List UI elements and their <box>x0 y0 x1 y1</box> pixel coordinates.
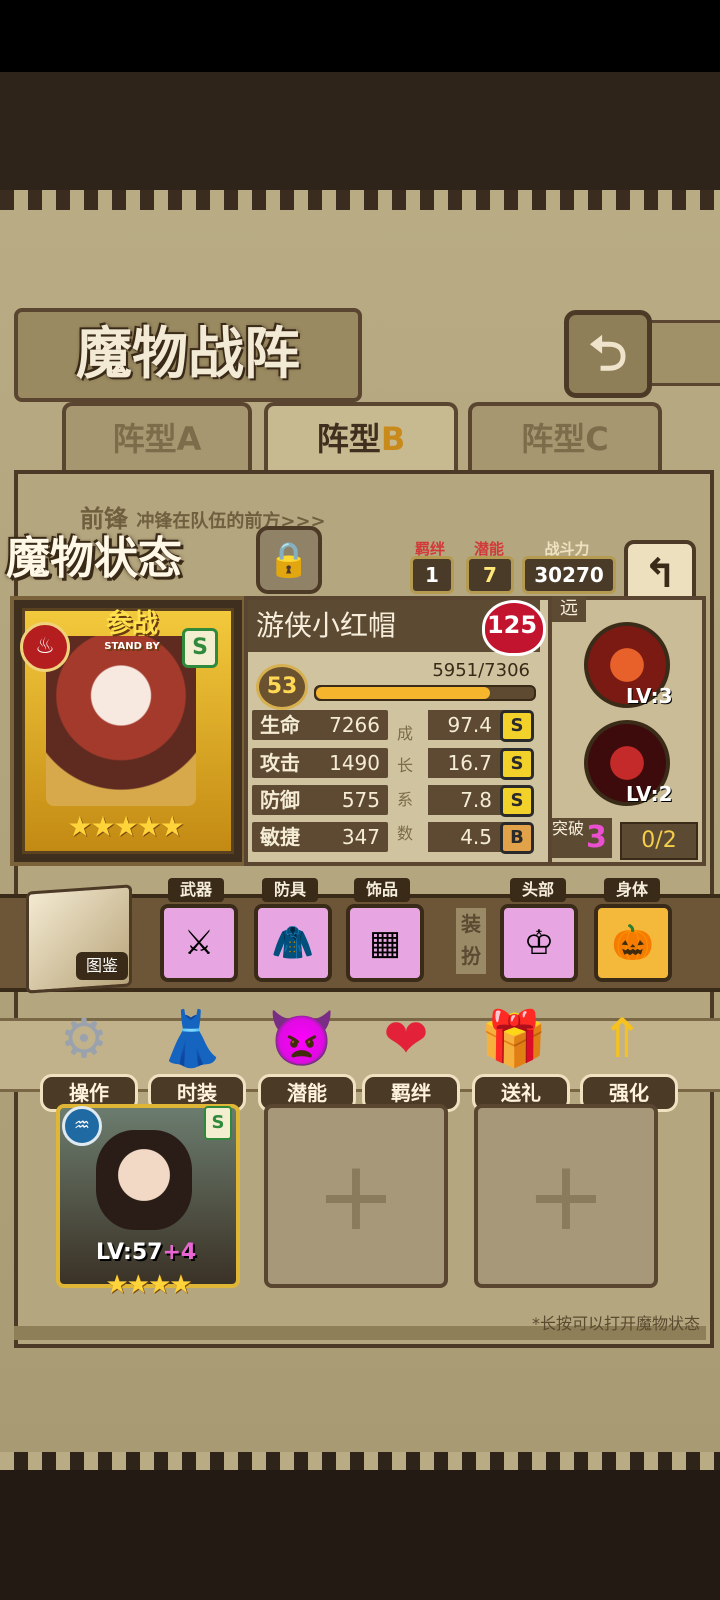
arrows-up-icon[interactable]: ⇑ <box>578 1000 666 1078</box>
standby-badge: 参战 STAND BY <box>104 609 160 652</box>
team-slot-3[interactable]: + <box>474 1104 658 1288</box>
tab-formation-c[interactable]: 阵型C <box>468 402 662 472</box>
breakthrough-progress[interactable]: 0/2 <box>620 822 698 860</box>
dress-label: 装扮 <box>456 908 486 974</box>
bottom-area <box>0 1470 720 1600</box>
hero-star-rating: ★★★★ <box>105 1270 192 1300</box>
panel-top-edge <box>0 190 720 210</box>
grade-badge: S <box>182 628 218 668</box>
lock-button[interactable]: 🔒 <box>256 526 322 594</box>
skill-2-level: LV:2 <box>626 782 673 806</box>
back-button-rail <box>648 320 720 386</box>
back-button[interactable]: ⮌ <box>564 310 652 398</box>
crown-icon: ♔ <box>523 923 555 963</box>
accessory-slot[interactable]: ▦ <box>346 904 424 982</box>
body-label: 身体 <box>604 878 660 902</box>
panel-bottom-edge <box>0 1452 720 1472</box>
gift-icon[interactable]: 🎁 <box>470 1000 558 1078</box>
armor-label: 防具 <box>262 878 318 902</box>
hearts-icon[interactable]: ❤ <box>362 1000 450 1078</box>
add-icon: + <box>315 1140 397 1252</box>
range-badge: 远 <box>552 596 586 622</box>
page-title: 魔物战阵 <box>14 308 362 402</box>
head-label: 头部 <box>510 878 566 902</box>
exp-text: 5951/7306 <box>432 660 530 681</box>
hero-level: LV:57+4 <box>96 1240 197 1265</box>
staff-icon: ⚔ <box>183 923 215 963</box>
growth-grade-hp: S <box>500 710 534 742</box>
long-press-hint: *长按可以打开魔物状态 <box>531 1314 700 1333</box>
weapon-label: 武器 <box>168 878 224 902</box>
potential-value: 7 <box>466 556 514 594</box>
tablet-icon: ▦ <box>368 923 402 963</box>
growth-label-4: 数 <box>396 824 413 843</box>
fire-element-icon: ♨ <box>20 622 70 672</box>
bond-heart-level: 125 <box>486 611 538 639</box>
status-bar <box>0 0 720 72</box>
stat-hp: 生命 7266 <box>252 710 388 740</box>
skill-1-level: LV:3 <box>626 684 673 708</box>
add-icon: + <box>525 1140 607 1252</box>
growth-label-3: 系 <box>396 790 413 809</box>
stat-defense: 防御 575 <box>252 785 388 815</box>
gear-icon[interactable]: ⚙ <box>40 1000 128 1078</box>
level-badge: 53 <box>256 664 308 710</box>
pumpkin-icon: 🎃 <box>611 923 655 963</box>
tab-formation-a[interactable]: 阵型A <box>62 402 252 472</box>
exp-bar-fill <box>316 687 490 699</box>
armor-slot[interactable]: 🧥 <box>254 904 332 982</box>
cloak-icon: 🧥 <box>271 923 315 963</box>
weapon-slot[interactable]: ⚔ <box>160 904 238 982</box>
team-slot-2[interactable]: + <box>264 1104 448 1288</box>
return-arrow-icon: ↰ <box>643 551 677 597</box>
star-rating: ★★★★★ <box>67 810 185 843</box>
growth-grade-defense: S <box>500 785 534 817</box>
head-slot[interactable]: ♔ <box>500 904 578 982</box>
monster-portrait <box>46 636 196 806</box>
growth-grade-agility: B <box>500 822 534 854</box>
growth-label-1: 成 <box>396 724 413 743</box>
power-value: 30270 <box>522 556 616 594</box>
stat-agility: 敏捷 347 <box>252 822 388 852</box>
hero-grade-badge: S <box>204 1106 232 1140</box>
lock-icon: 🔒 <box>267 540 311 580</box>
back-arrow-icon: ⮌ <box>588 326 628 382</box>
demon-icon[interactable]: 👿 <box>258 1000 346 1078</box>
stat-attack: 攻击 1490 <box>252 748 388 778</box>
tab-formation-b[interactable]: 阵型B <box>264 402 458 472</box>
bond-value: 1 <box>410 556 454 594</box>
codex-label: 图鉴 <box>76 952 128 980</box>
monster-status-title: 魔物状态 <box>6 533 182 584</box>
hero-portrait <box>96 1130 192 1230</box>
outfit-icon[interactable]: 👗 <box>148 1000 236 1078</box>
growth-grade-attack: S <box>500 748 534 780</box>
breakthrough-value: 3 <box>586 820 607 855</box>
body-slot[interactable]: 🎃 <box>594 904 672 982</box>
accessory-label: 饰品 <box>354 878 410 902</box>
growth-label-2: 长 <box>396 756 413 775</box>
water-element-icon: ♒ <box>62 1106 102 1146</box>
